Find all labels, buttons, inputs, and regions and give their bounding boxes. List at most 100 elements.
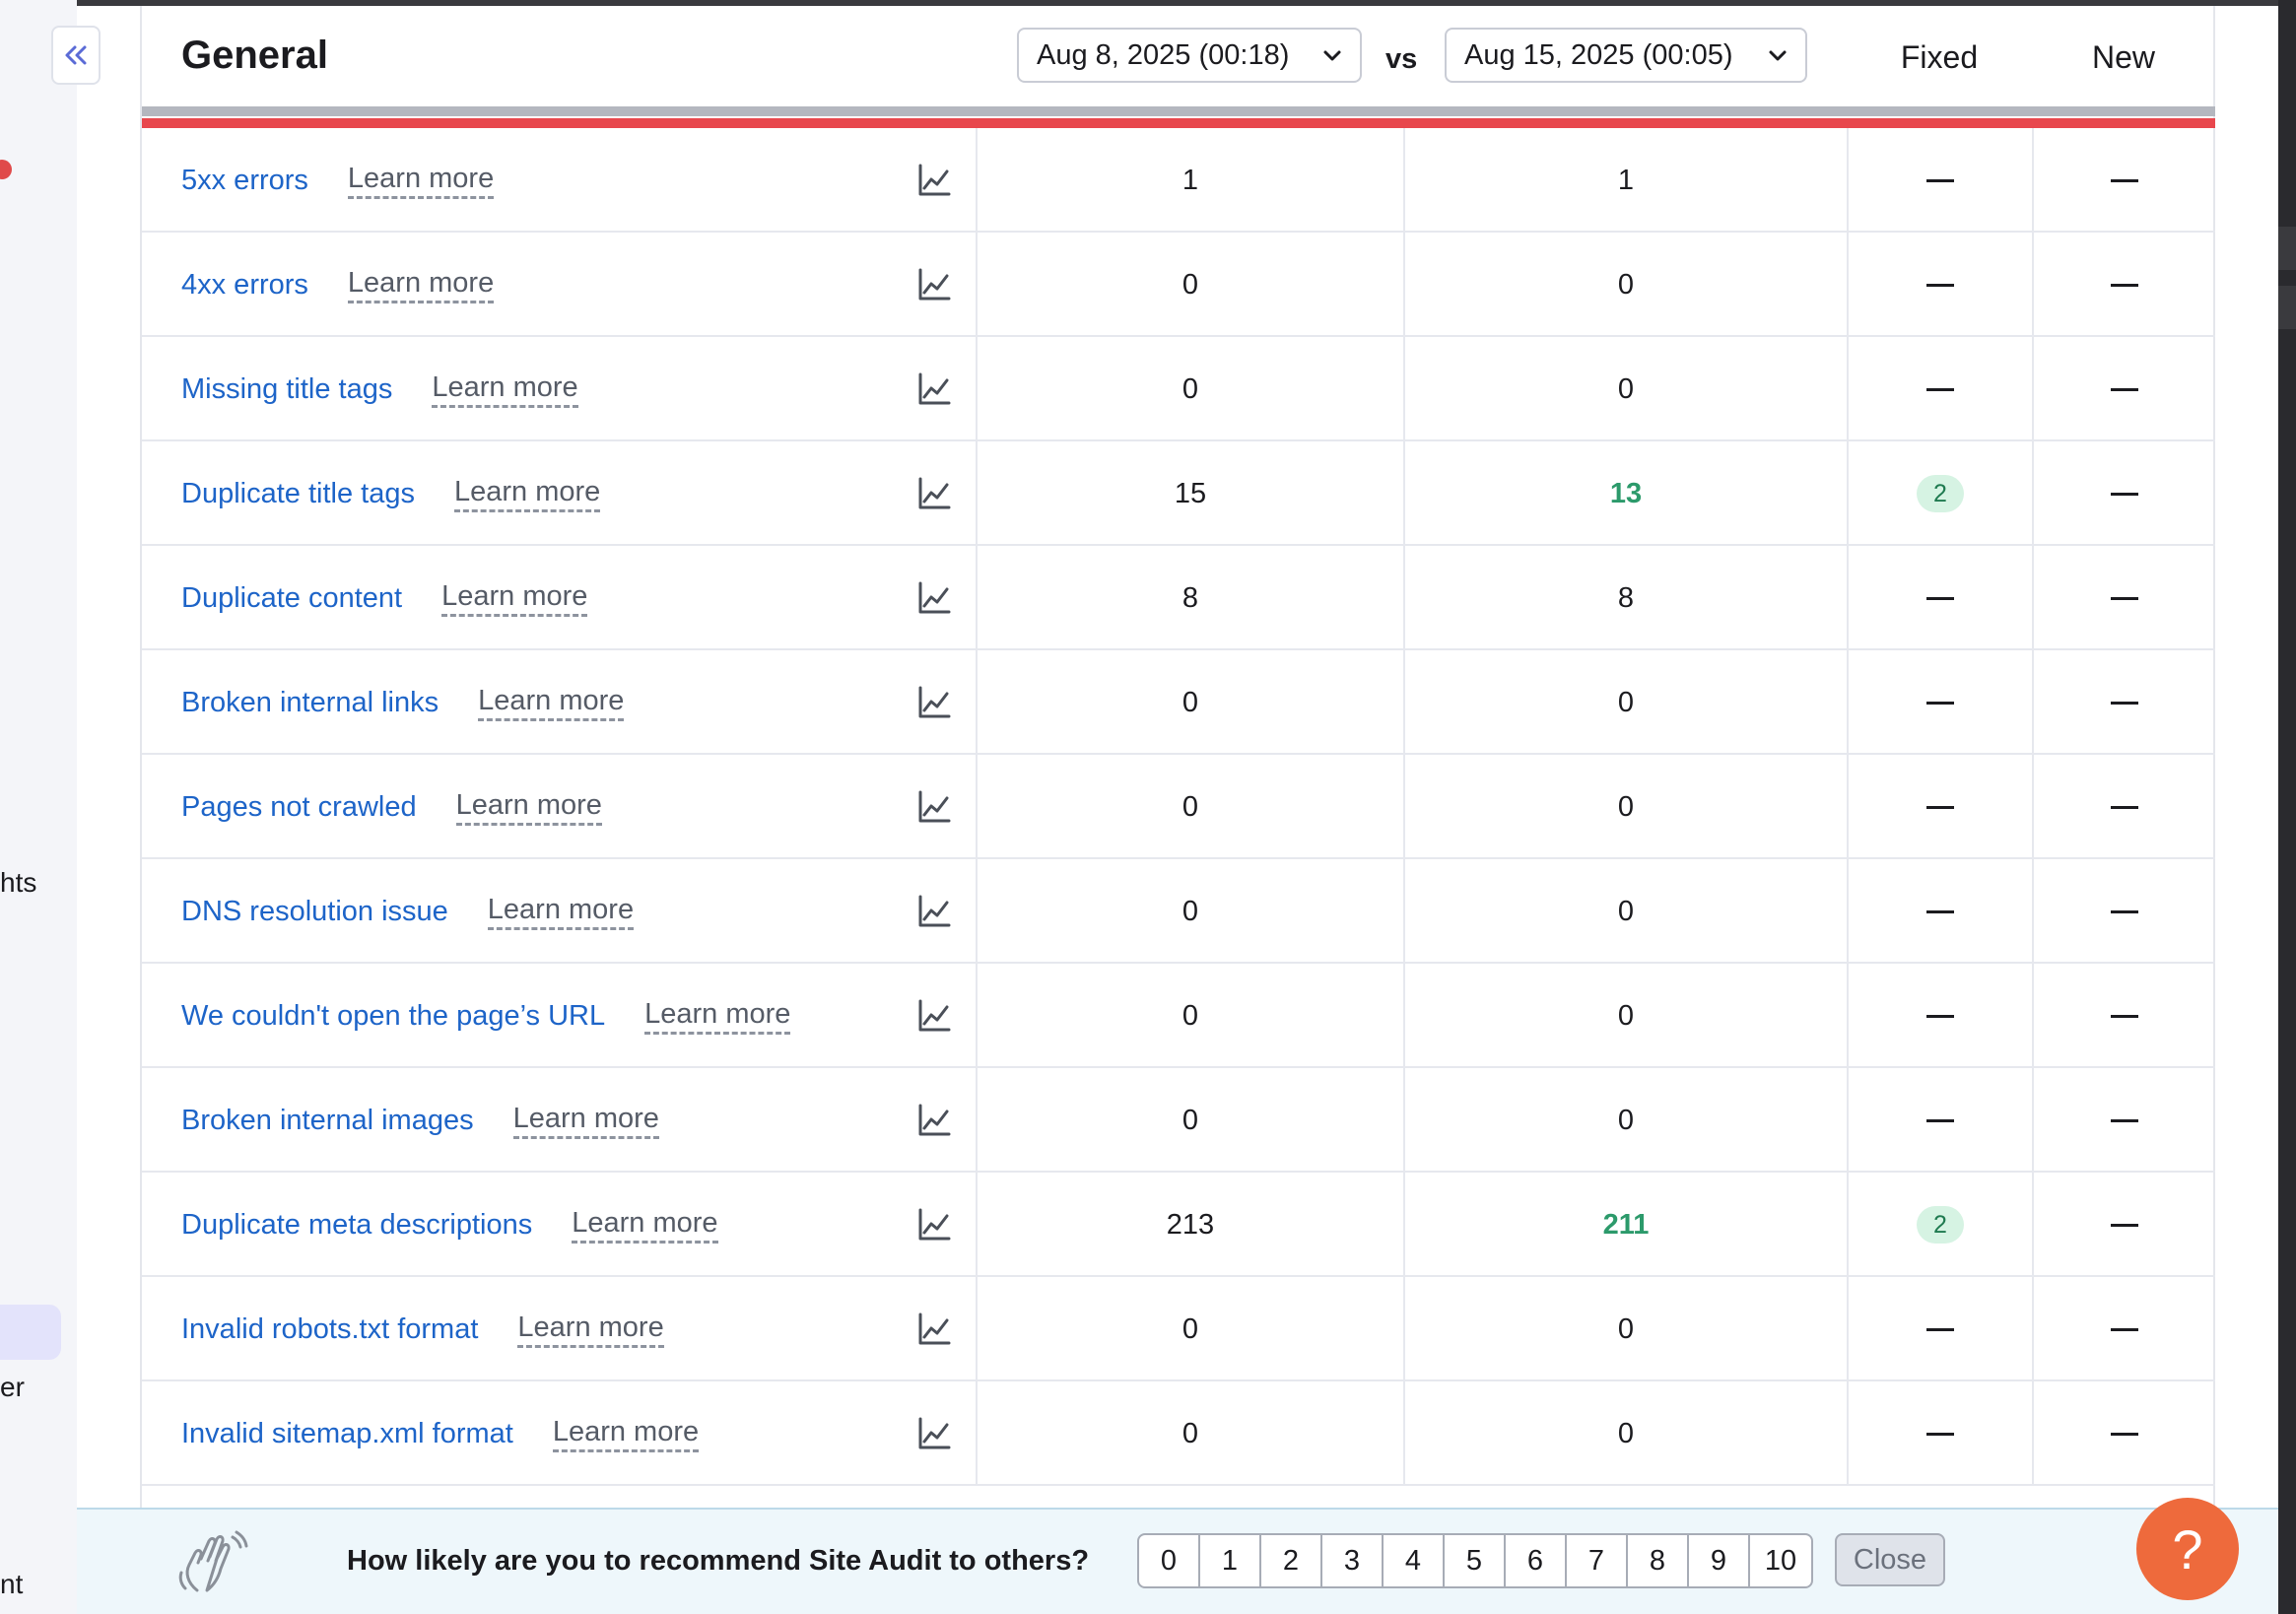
date-to-value: Aug 15, 2025 (00:05) — [1464, 38, 1733, 71]
rating-option[interactable]: 10 — [1750, 1535, 1811, 1586]
current-value: 0 — [1403, 1277, 1847, 1381]
issue-link[interactable]: 5xx errors — [181, 165, 308, 197]
table-row: Missing title tags Learn more 0 0 — [142, 337, 2215, 441]
rating-option[interactable]: 0 — [1139, 1535, 1200, 1586]
trend-chart-icon[interactable] — [916, 1416, 952, 1451]
issue-cell: Broken internal links Learn more — [142, 650, 976, 755]
learn-more-link[interactable]: Learn more — [572, 1207, 718, 1244]
previous-value: 15 — [976, 441, 1403, 546]
trend-chart-icon[interactable] — [916, 1207, 952, 1243]
issue-link[interactable]: Broken internal links — [181, 687, 439, 719]
issue-link[interactable]: Invalid sitemap.xml format — [181, 1418, 513, 1450]
trend-chart-icon[interactable] — [916, 1311, 952, 1347]
learn-more-link[interactable]: Learn more — [487, 894, 635, 930]
trend-chart-icon[interactable] — [916, 476, 952, 511]
trend-chart-icon[interactable] — [916, 998, 952, 1034]
table-row: Duplicate meta descriptions Learn more 2… — [142, 1173, 2215, 1277]
rating-option[interactable]: 2 — [1261, 1535, 1322, 1586]
previous-value: 8 — [976, 546, 1403, 650]
previous-value: 213 — [976, 1173, 1403, 1277]
empty-dash — [2111, 1432, 2138, 1436]
trend-chart-icon[interactable] — [916, 789, 952, 825]
issue-link[interactable]: Pages not crawled — [181, 791, 417, 824]
learn-more-link[interactable]: Learn more — [517, 1311, 664, 1348]
rating-option[interactable]: 9 — [1689, 1535, 1750, 1586]
fixed-count-badge[interactable]: 2 — [1917, 475, 1964, 512]
sidebar-item-fragment[interactable]: nt — [0, 1569, 23, 1600]
issue-cell: Duplicate content Learn more — [142, 546, 976, 650]
learn-more-link[interactable]: Learn more — [453, 476, 601, 512]
previous-value-text: 0 — [1182, 686, 1199, 718]
table-row: Duplicate content Learn more 8 8 — [142, 546, 2215, 650]
rating-option[interactable]: 6 — [1506, 1535, 1567, 1586]
rating-option[interactable]: 3 — [1322, 1535, 1384, 1586]
trend-chart-icon[interactable] — [916, 267, 952, 303]
fixed-value — [1847, 755, 2032, 859]
learn-more-link[interactable]: Learn more — [478, 685, 625, 721]
collapse-sidebar-button[interactable] — [51, 26, 101, 85]
date-from-select[interactable]: Aug 8, 2025 (00:18) — [1017, 28, 1362, 83]
rating-scale: 0 1 2 3 4 5 6 7 8 9 10 — [1137, 1533, 1813, 1588]
learn-more-link[interactable]: Learn more — [347, 267, 495, 303]
rating-option[interactable]: 7 — [1567, 1535, 1628, 1586]
learn-more-link[interactable]: Learn more — [644, 998, 791, 1035]
learn-more-link[interactable]: Learn more — [432, 371, 578, 408]
vs-label: vs — [1385, 43, 1418, 75]
learn-more-link[interactable]: Learn more — [347, 163, 495, 199]
learn-more-link[interactable]: Learn more — [512, 1103, 659, 1139]
issue-link[interactable]: 4xx errors — [181, 269, 308, 302]
issue-link[interactable]: Invalid robots.txt format — [181, 1313, 478, 1346]
current-value-text: 0 — [1617, 1417, 1635, 1449]
issue-link[interactable]: Missing title tags — [181, 373, 392, 406]
issue-link[interactable]: We couldn't open the page’s URL — [181, 1000, 605, 1033]
rating-option[interactable]: 1 — [1200, 1535, 1261, 1586]
help-button[interactable]: ? — [2136, 1498, 2239, 1600]
issue-link[interactable]: Duplicate meta descriptions — [181, 1209, 532, 1242]
empty-dash — [1926, 1118, 1954, 1122]
issue-link[interactable]: DNS resolution issue — [181, 896, 448, 928]
notification-dot — [0, 160, 12, 179]
trend-chart-icon[interactable] — [916, 894, 952, 929]
rating-option[interactable]: 4 — [1384, 1535, 1445, 1586]
learn-more-link[interactable]: Learn more — [552, 1416, 700, 1452]
empty-dash — [2111, 492, 2138, 496]
previous-value: 0 — [976, 755, 1403, 859]
trend-chart-icon[interactable] — [916, 580, 952, 616]
sidebar-item-fragment[interactable]: hts — [0, 867, 36, 899]
table-row: Invalid robots.txt format Learn more 0 0 — [142, 1277, 2215, 1381]
date-from-value: Aug 8, 2025 (00:18) — [1037, 38, 1290, 71]
fixed-count-badge[interactable]: 2 — [1917, 1206, 1964, 1244]
survey-close-button[interactable]: Close — [1835, 1533, 1945, 1586]
empty-dash — [1926, 283, 1954, 287]
rating-option[interactable]: 8 — [1628, 1535, 1689, 1586]
table-row: 4xx errors Learn more 0 0 — [142, 233, 2215, 337]
current-value-text[interactable]: 13 — [1610, 478, 1642, 510]
previous-value: 1 — [976, 128, 1403, 233]
empty-dash — [2111, 1118, 2138, 1122]
learn-more-link[interactable]: Learn more — [441, 580, 588, 617]
trend-chart-icon[interactable] — [916, 371, 952, 407]
empty-dash — [1926, 701, 1954, 705]
new-value — [2032, 546, 2215, 650]
learn-more-link[interactable]: Learn more — [455, 789, 602, 826]
column-header-new: New — [2091, 39, 2155, 75]
empty-dash — [2111, 1014, 2138, 1018]
fixed-value: 2 — [1847, 441, 2032, 546]
current-value-text[interactable]: 211 — [1603, 1209, 1650, 1242]
current-value-text: 0 — [1617, 268, 1635, 301]
current-value: 8 — [1403, 546, 1847, 650]
issue-link[interactable]: Duplicate title tags — [181, 478, 415, 510]
issue-link[interactable]: Broken internal images — [181, 1105, 474, 1137]
empty-dash — [2111, 387, 2138, 391]
trend-chart-icon[interactable] — [916, 685, 952, 720]
previous-value: 0 — [976, 1277, 1403, 1381]
rating-option[interactable]: 5 — [1445, 1535, 1506, 1586]
trend-chart-icon[interactable] — [916, 1103, 952, 1138]
current-value-text: 0 — [1617, 999, 1635, 1032]
trend-chart-icon[interactable] — [916, 163, 952, 198]
sidebar-item-fragment[interactable]: er — [0, 1372, 25, 1403]
issue-cell: 5xx errors Learn more — [142, 128, 976, 233]
sidebar-active-item[interactable] — [0, 1305, 61, 1360]
issue-link[interactable]: Duplicate content — [181, 582, 402, 615]
date-to-select[interactable]: Aug 15, 2025 (00:05) — [1445, 28, 1807, 83]
